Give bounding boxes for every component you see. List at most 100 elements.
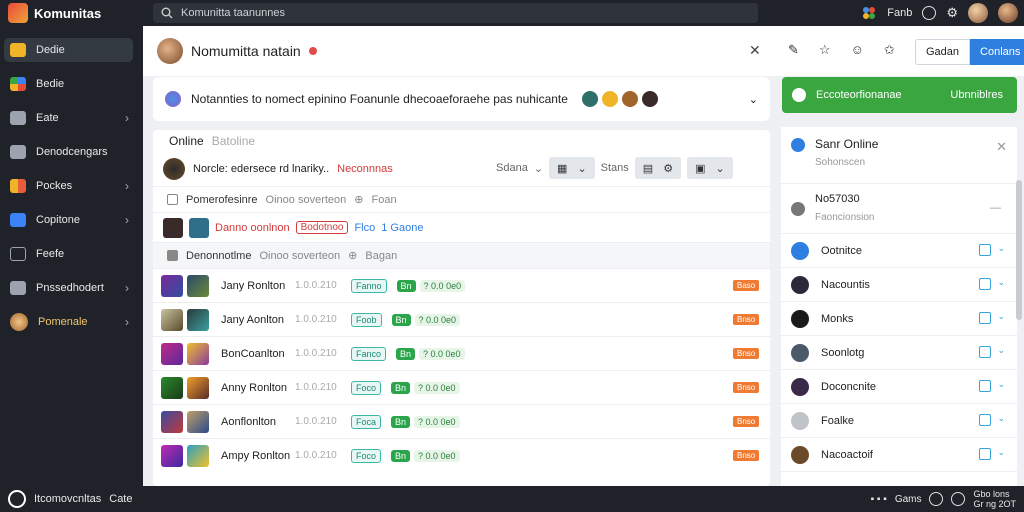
more-icon[interactable]: —	[990, 202, 1001, 214]
chevron-down-icon[interactable]: ⌄	[749, 93, 758, 106]
chevron-down-icon[interactable]: ⌄	[997, 447, 1005, 458]
avatar	[189, 217, 209, 238]
sort-label[interactable]: Sdana	[496, 162, 528, 174]
avatar	[791, 241, 809, 260]
avatar	[641, 91, 658, 107]
action-badge[interactable]: Bnso	[733, 382, 760, 393]
chevron-down-icon[interactable]: ⌄	[997, 311, 1005, 322]
people-icon[interactable]	[861, 5, 877, 21]
checkbox[interactable]	[167, 194, 178, 205]
chevron-down-icon[interactable]: ⌄	[997, 243, 1005, 254]
sidebar-item-pockes[interactable]: Pockes ›	[4, 174, 133, 198]
star-icon[interactable]: ✩	[884, 42, 895, 58]
grid-icon	[10, 179, 26, 193]
section-header-2[interactable]: Denonnotlme Oinoo soverteon ⊕ Bagan	[153, 242, 770, 268]
checkbox[interactable]	[979, 244, 991, 256]
checkbox[interactable]	[979, 414, 991, 426]
filter-red-label[interactable]: Neconnnas	[337, 163, 393, 175]
action-badge[interactable]: Bnso	[733, 348, 760, 359]
status-card[interactable]: Eccoteorfionanae Ubnniblres	[782, 77, 1017, 113]
member-row[interactable]: Foalke ⌄	[781, 404, 1017, 438]
info-icon	[791, 138, 805, 152]
edit-icon[interactable]: ✎	[788, 42, 799, 58]
tag-row[interactable]: Danno oonlnon Bodotnoo Flco 1 Gaone	[153, 212, 770, 242]
sidebar-item-feefe[interactable]: Feefe	[4, 242, 133, 266]
search-input[interactable]: Komunitta taanunnes	[153, 3, 758, 23]
settings-icon[interactable]: ⚙	[946, 5, 958, 21]
status-value: ? 0.0 0e0	[419, 279, 466, 292]
user-label[interactable]: Fanb	[887, 7, 912, 19]
role-badge: Fanno	[351, 278, 387, 293]
member-label: Soonlotg	[821, 346, 865, 359]
bottom-right-controls: ▪ ▪ ▪ Gams Gbo lons Gr ng 2OT	[871, 486, 1016, 512]
sidebar-item-dedie[interactable]: Dedie	[4, 38, 133, 62]
sidebar-item-pnssedhodert[interactable]: Pnssedhodert ›	[4, 276, 133, 300]
list-item[interactable]: Ampy Ronlton 1.0.0.210 Foco Bn ? 0.0 0e0…	[153, 438, 770, 472]
secondary-avatar[interactable]	[998, 3, 1018, 23]
announcement-banner[interactable]: Notannties to nomect epinino Foanunle dh…	[153, 77, 770, 121]
scrollbar[interactable]	[1016, 180, 1022, 320]
action-badge[interactable]: Baso	[733, 280, 760, 291]
list-item[interactable]: Anny Ronlton 1.0.0.210 Foco Bn ? 0.0 0e0…	[153, 370, 770, 404]
chevron-down-icon[interactable]: ⌄	[997, 345, 1005, 356]
thumbnail	[161, 342, 183, 365]
smile-icon[interactable]: ☺	[851, 42, 864, 58]
sidebar-item-eate[interactable]: Eate ›	[4, 106, 133, 130]
action-badge[interactable]: Bnso	[733, 416, 760, 427]
view-toggle[interactable]: ▦ ⌄	[549, 157, 595, 179]
sidebar-item-bedie[interactable]: Bedie	[4, 72, 133, 96]
list-item[interactable]: Jany Ronlton 1.0.0.210 Fanno Bn ? 0.0 0e…	[153, 268, 770, 302]
avatar	[163, 217, 183, 238]
primary-button[interactable]: Conlans	[970, 39, 1024, 65]
smile-icon[interactable]	[951, 492, 966, 506]
checkbox[interactable]	[979, 380, 991, 392]
checkbox[interactable]	[979, 448, 991, 460]
member-row[interactable]: Soonlotg ⌄	[781, 336, 1017, 370]
checkbox[interactable]	[979, 278, 991, 290]
checkbox[interactable]	[979, 346, 991, 358]
emoji-icon[interactable]	[922, 6, 937, 20]
pin-icon[interactable]: ☆	[819, 42, 831, 58]
member-row[interactable]: Ootnitce ⌄	[781, 234, 1017, 268]
member-row[interactable]: Nacountis ⌄	[781, 268, 1017, 302]
dots-icon[interactable]: ▪ ▪ ▪	[871, 494, 887, 505]
status-badge: Bn	[391, 313, 411, 326]
member-row[interactable]: Nacoactoif ⌄	[781, 438, 1017, 472]
sidebar-item-label: Dedie	[36, 44, 65, 56]
thumbnail	[187, 410, 209, 433]
secondary-button[interactable]: Gadan	[915, 39, 971, 65]
thumbnail	[161, 410, 183, 433]
section-header-1[interactable]: Pomerofesinre Oinoo soverteon ⊕ Foan	[153, 186, 770, 212]
sidebar-item-denodcengars[interactable]: Denodcengars	[4, 140, 133, 164]
briefcase-icon	[10, 111, 26, 125]
layout-toggle[interactable]: ▤ ⚙	[634, 157, 682, 179]
tag-outline: Bodotnoo	[295, 221, 349, 234]
member-row[interactable]: Doconcnite ⌄	[781, 370, 1017, 404]
list-item[interactable]: BonCoanlton 1.0.0.210 Fanco Bn ? 0.0 0e0…	[153, 336, 770, 370]
chevron-down-icon[interactable]: ⌄	[997, 277, 1005, 288]
action-badge[interactable]: Bnso	[733, 450, 760, 461]
settings-icon[interactable]	[929, 492, 944, 506]
sidebar-item-copitone[interactable]: Copitone ›	[4, 208, 133, 232]
list-item[interactable]: Jany Aonlton 1.0.0.210 Foob Bn ? 0.0 0e0…	[153, 302, 770, 336]
bottom-sub: Cate	[109, 493, 133, 505]
checkbox[interactable]	[167, 250, 178, 261]
chevron-down-icon[interactable]: ⌄	[997, 379, 1005, 390]
chevron-down-icon[interactable]: ⌄	[534, 162, 543, 175]
more-toggle[interactable]: ▣ ⌄	[687, 157, 733, 179]
user-avatar[interactable]	[968, 3, 988, 23]
action-badge[interactable]: Bnso	[733, 314, 760, 325]
store-label[interactable]: Stans	[601, 162, 629, 174]
close-icon[interactable]: ✕	[749, 42, 761, 59]
member-row[interactable]: Monks ⌄	[781, 302, 1017, 336]
close-icon[interactable]: ✕	[996, 139, 1007, 155]
sidebar-item-pomenale[interactable]: Pomenale ›	[4, 310, 133, 334]
app-brand[interactable]: Komunitas	[0, 3, 143, 23]
list-item[interactable]: Aonflonlton 1.0.0.210 Foca Bn ? 0.0 0e0 …	[153, 404, 770, 438]
chevron-down-icon[interactable]: ⌄	[997, 413, 1005, 424]
checkbox[interactable]	[979, 312, 991, 324]
status-dot	[308, 47, 317, 55]
bottom-label[interactable]: Gams	[895, 494, 922, 505]
sidebar-item-label: Feefe	[36, 248, 65, 260]
community-logo-icon[interactable]	[8, 490, 26, 508]
